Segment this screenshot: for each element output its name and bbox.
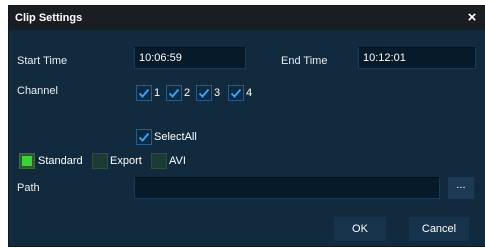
- clip-settings-dialog: Clip Settings × Start Time 10:06:59 End …: [8, 5, 485, 247]
- title-bar: Clip Settings ×: [9, 6, 485, 30]
- path-field[interactable]: [134, 177, 440, 199]
- dialog-title: Clip Settings: [15, 12, 83, 24]
- end-time-field[interactable]: 10:12:01: [358, 47, 476, 69]
- path-label: Path: [17, 182, 40, 194]
- channel-4-checkbox[interactable]: [228, 85, 244, 101]
- format-export-label: Export: [110, 155, 142, 167]
- channel-1-checkbox[interactable]: [136, 85, 152, 101]
- format-standard-radio[interactable]: [19, 153, 35, 169]
- channel-3-checkbox[interactable]: [196, 85, 212, 101]
- close-icon[interactable]: ×: [463, 9, 481, 27]
- select-all-label: SelectAll: [154, 131, 197, 143]
- format-export-radio[interactable]: [92, 153, 108, 169]
- format-avi-radio[interactable]: [151, 153, 167, 169]
- start-time-label: Start Time: [17, 55, 68, 67]
- check-icon: [168, 88, 180, 98]
- channel-3-label: 3: [214, 87, 221, 99]
- check-icon: [230, 88, 242, 98]
- ok-button[interactable]: OK: [334, 217, 386, 241]
- channel-label: Channel: [17, 85, 58, 97]
- start-time-field[interactable]: 10:06:59: [134, 47, 246, 69]
- select-all-checkbox[interactable]: [136, 129, 152, 145]
- channel-1-label: 1: [154, 87, 161, 99]
- format-avi-label: AVI: [169, 155, 186, 167]
- radio-selected-indicator: [22, 156, 32, 166]
- channel-2-checkbox[interactable]: [166, 85, 182, 101]
- format-standard-label: Standard: [38, 155, 83, 167]
- check-icon: [138, 88, 150, 98]
- check-icon: [138, 132, 150, 142]
- channel-4-label: 4: [246, 87, 253, 99]
- end-time-label: End Time: [281, 55, 328, 67]
- channel-2-label: 2: [184, 87, 191, 99]
- check-icon: [198, 88, 210, 98]
- cancel-button[interactable]: Cancel: [409, 217, 469, 241]
- browse-button[interactable]: ...: [448, 177, 474, 199]
